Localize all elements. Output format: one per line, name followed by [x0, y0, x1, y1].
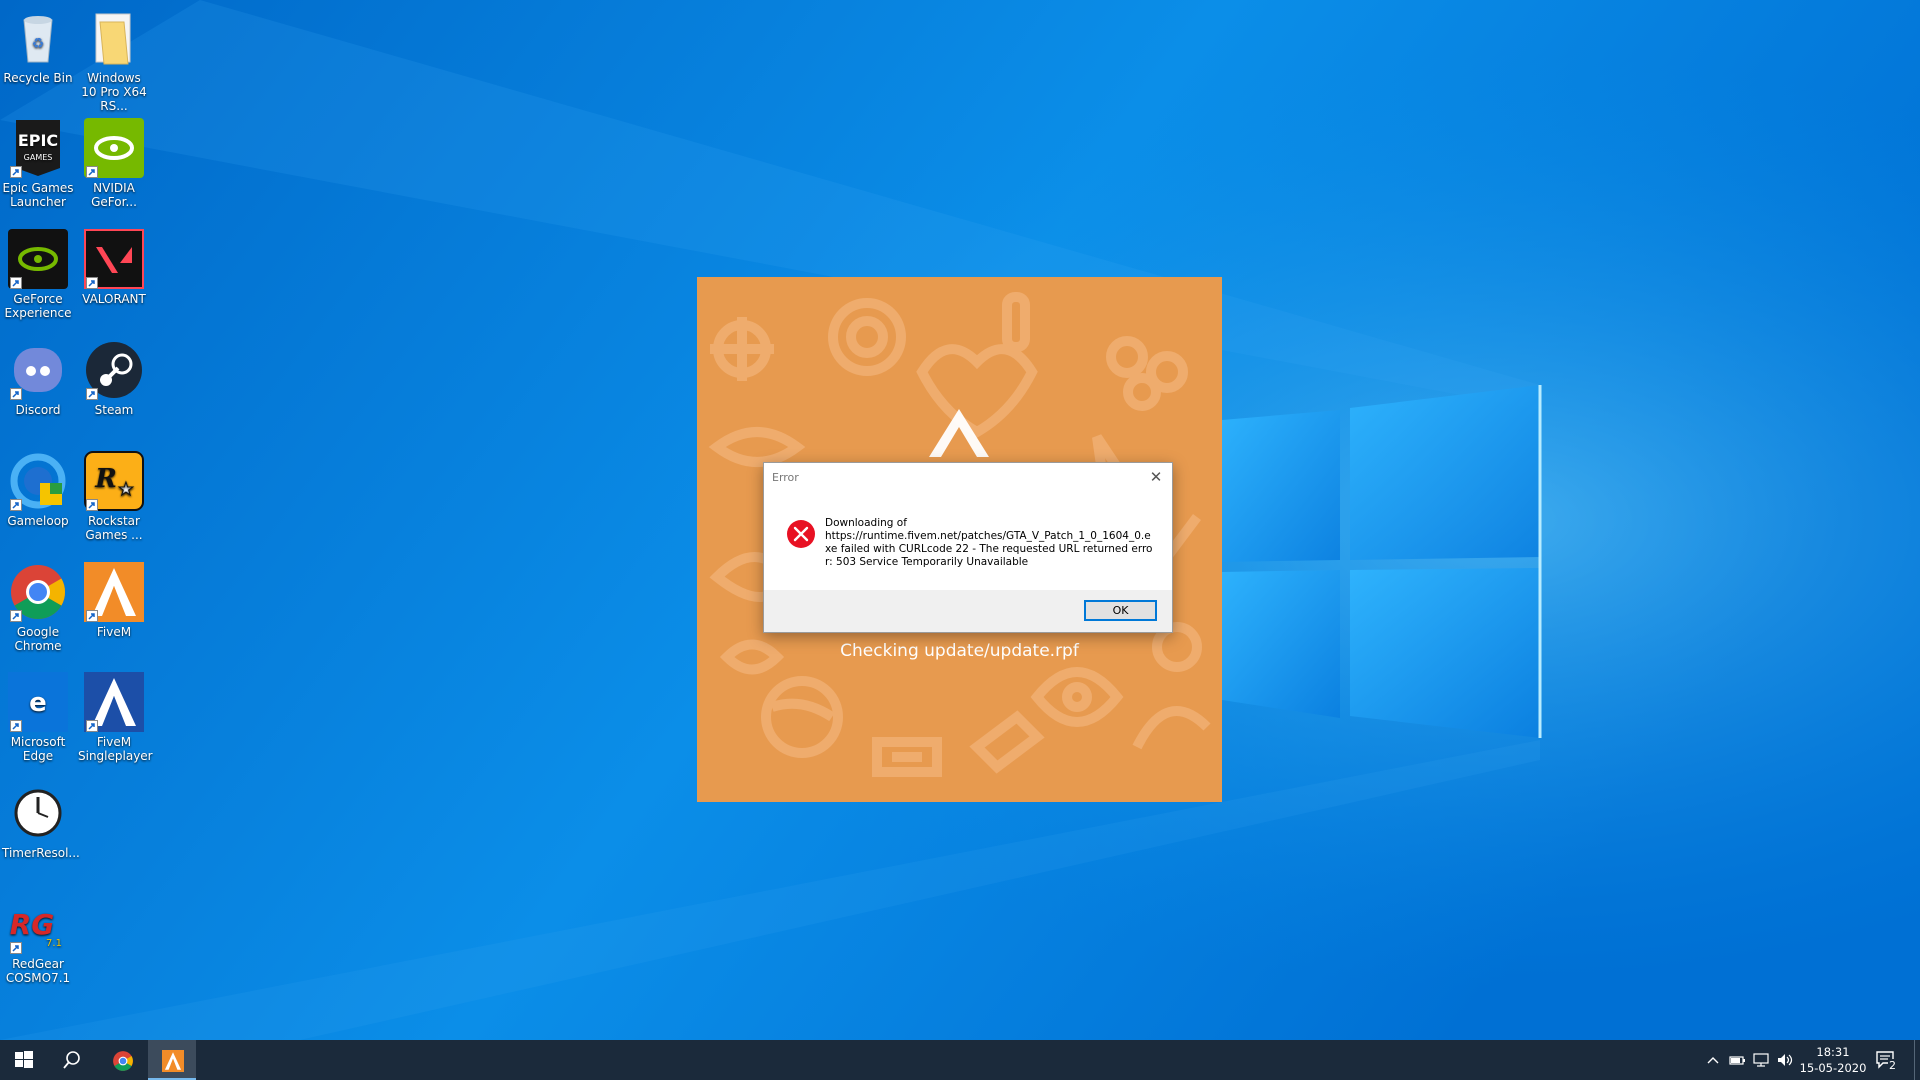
desktop-icon-label: Microsoft Edge — [10, 735, 66, 763]
chrome-icon — [8, 562, 68, 622]
desktop-icon-label: Gameloop — [7, 514, 69, 528]
desktop-icon-label: Discord — [15, 403, 61, 417]
clock-time: 18:31 — [1816, 1045, 1850, 1059]
epic-games-icon: EPIC GAMES — [8, 118, 68, 178]
steam-icon — [84, 340, 144, 400]
desktop-icon-label: Rockstar Games ... — [85, 514, 143, 542]
fivem-icon — [84, 562, 144, 622]
taskbar: 18:31 15-05-2020 2 — [0, 1040, 1920, 1080]
chrome-icon — [113, 1051, 133, 1071]
clock-date: 15-05-2020 — [1799, 1061, 1867, 1075]
discord-icon — [8, 340, 68, 400]
recycle-bin-icon: ♻ — [8, 8, 68, 68]
rockstar-icon: R ★ — [84, 451, 144, 511]
desktop-icon-gameloop[interactable]: Gameloop — [0, 451, 76, 528]
shortcut-arrow-icon — [10, 499, 22, 511]
desktop-icon-label: TimerResol... — [2, 846, 80, 860]
ok-button[interactable]: OK — [1084, 600, 1157, 621]
desktop-icon-label: VALORANT — [82, 292, 146, 306]
desktop-icon-steam[interactable]: Steam — [76, 340, 152, 417]
desktop-icon-label: Epic Games Launcher — [2, 181, 74, 209]
shortcut-arrow-icon — [86, 720, 98, 732]
svg-text:RG: RG — [10, 908, 55, 941]
taskbar-clock[interactable]: 18:31 15-05-2020 — [1794, 1044, 1872, 1076]
desktop-icon-fivem[interactable]: FiveM — [76, 562, 152, 639]
windows-start-icon — [15, 1051, 33, 1068]
shortcut-arrow-icon — [86, 610, 98, 622]
desktop-icon-discord[interactable]: Discord — [0, 340, 76, 417]
dialog-message: Downloading of https://runtime.fivem.net… — [825, 517, 1153, 568]
desktop-icon-redgear[interactable]: RG 7.1 RedGear COSMO7.1 — [0, 894, 76, 985]
desktop-icon-nvidia[interactable]: NVIDIA GeFor... — [76, 118, 152, 209]
desktop-icon-rockstar[interactable]: R ★ Rockstar Games ... — [76, 451, 152, 542]
edge-icon: e — [8, 672, 68, 732]
svg-text:EPIC: EPIC — [18, 131, 58, 150]
chevron-up-icon[interactable] — [1703, 1050, 1723, 1070]
dialog-title: Error — [772, 471, 799, 484]
splash-status-text: Checking update/update.rpf — [840, 641, 1079, 661]
gameloop-icon — [8, 451, 68, 511]
svg-text:R: R — [94, 464, 117, 494]
shortcut-arrow-icon — [10, 388, 22, 400]
fivem-singleplayer-icon — [84, 672, 144, 732]
dialog-footer: OK — [764, 590, 1172, 632]
svg-text:e: e — [29, 688, 47, 718]
desktop-icon-label: RedGear COSMO7.1 — [5, 957, 71, 985]
volume-icon[interactable] — [1775, 1050, 1795, 1070]
fivem-icon — [162, 1050, 184, 1072]
desktop-icon-geforce-experience[interactable]: GeForce Experience — [0, 229, 76, 320]
shortcut-arrow-icon — [10, 166, 22, 178]
desktop-icon-valorant[interactable]: VALORANT — [76, 229, 152, 306]
nvidia-icon — [84, 118, 144, 178]
geforce-experience-icon — [8, 229, 68, 289]
notification-count-badge: 2 — [1888, 1059, 1897, 1072]
desktop-icon-recycle-bin[interactable]: ♻ Recycle Bin — [0, 8, 76, 85]
network-icon[interactable] — [1751, 1050, 1771, 1070]
svg-text:7.1: 7.1 — [46, 938, 62, 949]
battery-icon[interactable] — [1727, 1050, 1747, 1070]
desktop-icon-epic-games[interactable]: EPIC GAMES Epic Games Launcher — [0, 118, 76, 209]
error-icon — [787, 520, 815, 548]
desktop-icon-fivem-singleplayer[interactable]: FiveM Singleplayer — [76, 672, 153, 763]
desktop-icon-chrome[interactable]: Google Chrome — [0, 562, 76, 653]
redgear-icon: RG 7.1 — [8, 894, 68, 954]
desktop-icon-label: FiveM Singleplayer — [78, 735, 153, 763]
desktop-icon-label: NVIDIA GeFor... — [91, 181, 137, 209]
desktop-icon-label: Google Chrome — [14, 625, 62, 653]
error-dialog: Error ✕ Downloading of https://runtime.f… — [763, 462, 1173, 633]
shortcut-arrow-icon — [86, 277, 98, 289]
desktop-icon-grid: ♻ Recycle Bin Windows 10 Pro X64 RS... E… — [0, 0, 160, 1040]
taskbar-app-chrome[interactable] — [98, 1040, 146, 1080]
shortcut-arrow-icon — [10, 720, 22, 732]
folder-icon — [84, 8, 144, 68]
shortcut-arrow-icon — [86, 388, 98, 400]
svg-text:♻: ♻ — [32, 36, 45, 52]
desktop-icon-label: GeForce Experience — [4, 292, 72, 320]
search-button[interactable] — [48, 1040, 96, 1080]
desktop-icon-label: Steam — [94, 403, 134, 417]
start-button[interactable] — [0, 1040, 48, 1080]
svg-text:★: ★ — [118, 479, 134, 500]
shortcut-arrow-icon — [10, 277, 22, 289]
shortcut-arrow-icon — [86, 499, 98, 511]
action-center-button[interactable]: 2 — [1874, 1048, 1904, 1072]
clock-icon — [8, 783, 68, 843]
desktop-icon-timer-resolution[interactable]: TimerResol... — [0, 783, 80, 860]
close-icon[interactable]: ✕ — [1146, 468, 1166, 486]
valorant-icon — [84, 229, 144, 289]
desktop-icon-label: Windows 10 Pro X64 RS... — [81, 71, 147, 113]
shortcut-arrow-icon — [86, 166, 98, 178]
show-desktop-button[interactable] — [1914, 1040, 1920, 1080]
desktop-icon-edge[interactable]: e Microsoft Edge — [0, 672, 76, 763]
desktop-icon-label: FiveM — [96, 625, 132, 639]
desktop-icon-windows-folder[interactable]: Windows 10 Pro X64 RS... — [76, 8, 152, 113]
search-icon — [63, 1051, 80, 1069]
shortcut-arrow-icon — [10, 610, 22, 622]
shortcut-arrow-icon — [10, 942, 22, 954]
svg-text:GAMES: GAMES — [24, 153, 53, 162]
desktop-icon-label: Recycle Bin — [3, 71, 73, 85]
taskbar-app-fivem[interactable] — [148, 1040, 196, 1080]
